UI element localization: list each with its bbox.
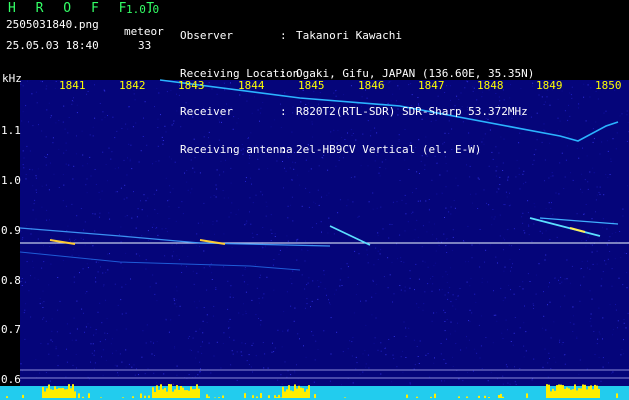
x-tick: 1848 [477, 79, 504, 92]
file-name: 2505031840.png [6, 18, 99, 31]
x-tick: 1850 [595, 79, 622, 92]
info-value: Takanori Kawachi [296, 29, 402, 42]
y-tick: 0.6 [1, 373, 21, 386]
x-tick: 1843 [178, 79, 205, 92]
x-tick: 1847 [418, 79, 445, 92]
info-value: R820T2(RTL-SDR) SDR-Sharp 53.372MHz [296, 105, 528, 118]
meteor-count: 33 [138, 39, 152, 52]
x-tick: 1845 [298, 79, 325, 92]
x-tick: 1846 [358, 79, 385, 92]
x-tick: 1849 [536, 79, 563, 92]
y-tick: 0.8 [1, 274, 21, 287]
file-date: 25.05.03 18:40 [6, 39, 99, 52]
x-tick: 1844 [238, 79, 265, 92]
info-key: Observer [180, 29, 233, 42]
info-row-observer: Observer: Takanori Kawachi [180, 29, 402, 42]
y-axis-unit: kHz [2, 72, 22, 85]
meteor-label: meteor [124, 25, 164, 38]
info-value: 2el-HB9CV Vertical (el. E-W) [296, 143, 482, 156]
x-tick: 1842 [119, 79, 146, 92]
info-row-antenna: Receiving antenna:2el-HB9CV Vertical (el… [180, 143, 482, 156]
x-tick: 1841 [59, 79, 86, 92]
info-row-receiver: Receiver: R820T2(RTL-SDR) SDR-Sharp 53.37… [180, 105, 528, 118]
app-version: 1.0.0 [126, 3, 160, 16]
info-key: Receiver [180, 105, 233, 118]
y-tick: 1.0 [1, 174, 21, 187]
y-tick: 0.9 [1, 224, 21, 237]
info-key: Receiving antenna [180, 143, 293, 156]
y-tick: 0.7 [1, 323, 21, 336]
y-tick: 1.1 [1, 124, 21, 137]
